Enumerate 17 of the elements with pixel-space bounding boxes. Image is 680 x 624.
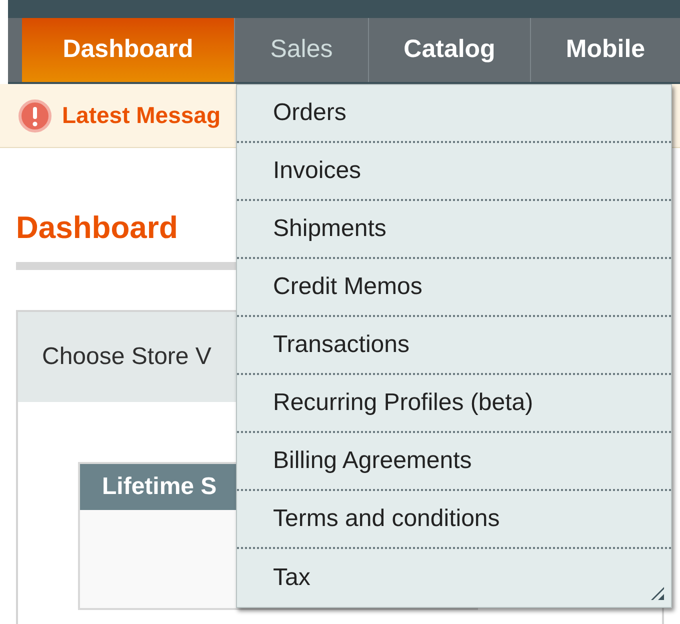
warning-icon — [18, 98, 52, 132]
panel-title: Lifetime S — [102, 472, 217, 502]
menu-item[interactable]: Shipments — [237, 201, 671, 259]
menu-item[interactable]: Invoices — [237, 143, 671, 201]
nav-tab[interactable]: Catalog — [368, 18, 530, 82]
nav-tab[interactable]: Mobile — [530, 18, 680, 82]
nav-tab[interactable]: Sales — [234, 18, 368, 82]
resize-grip-icon[interactable] — [649, 585, 665, 601]
store-switcher-label: Choose Store V — [42, 342, 212, 372]
menu-item[interactable]: Credit Memos — [237, 259, 671, 317]
page-title: Dashboard — [16, 209, 178, 247]
menu-item[interactable]: Transactions — [237, 317, 671, 375]
menu-item[interactable]: Recurring Profiles (beta) — [237, 375, 671, 433]
menu-item[interactable]: Tax — [237, 549, 671, 607]
menu-item[interactable]: Terms and conditions — [237, 491, 671, 549]
menu-item[interactable]: Billing Agreements — [237, 433, 671, 491]
menu-item[interactable]: Orders — [237, 85, 671, 143]
